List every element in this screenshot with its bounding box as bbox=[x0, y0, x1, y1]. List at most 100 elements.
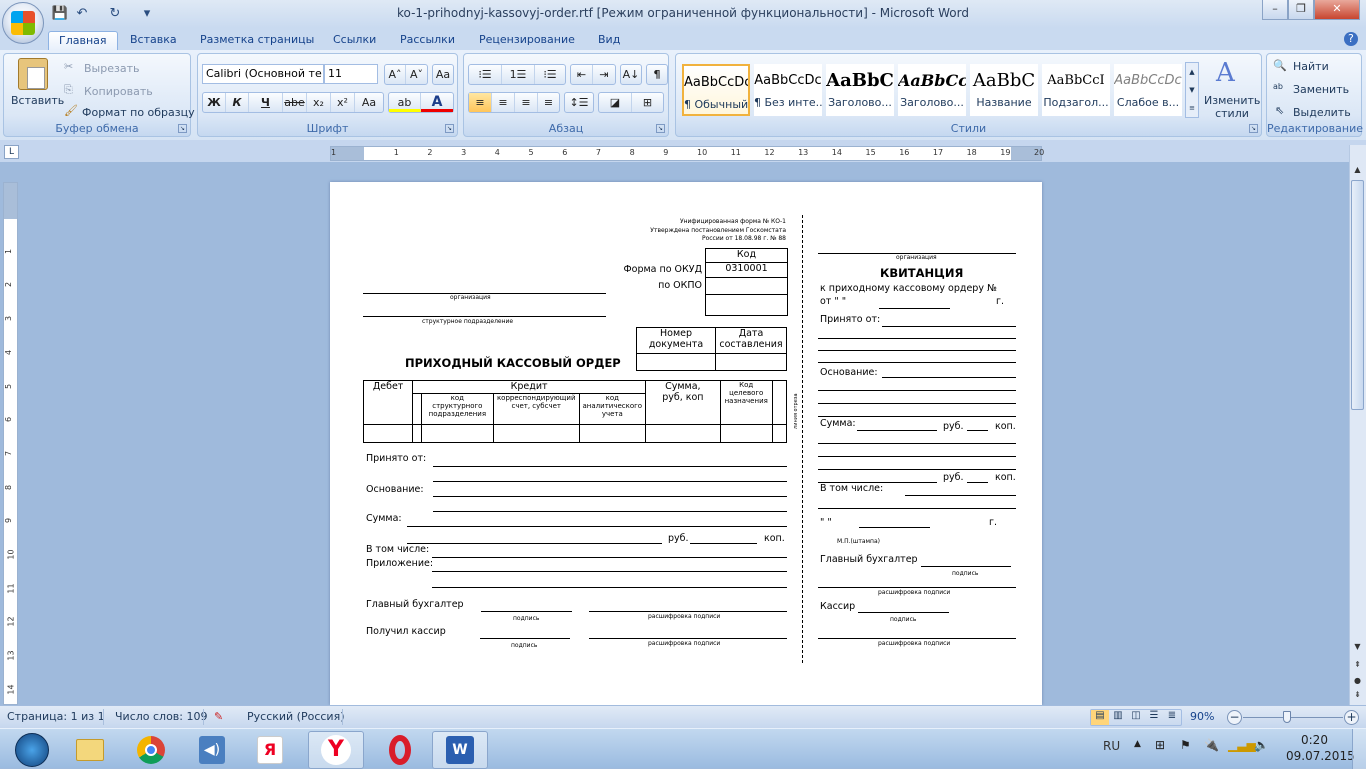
tab-selector-button[interactable]: L bbox=[4, 145, 19, 159]
receipt-received-line[interactable] bbox=[818, 350, 1016, 351]
clock-time[interactable]: 0:20 bbox=[1301, 733, 1328, 747]
undo-icon[interactable]: ↶ bbox=[73, 5, 91, 23]
word-taskbar-icon[interactable]: W bbox=[432, 731, 488, 769]
style-no-spacing[interactable]: AaBbCcDc ¶ Без инте... bbox=[754, 64, 822, 116]
including-line[interactable] bbox=[432, 557, 787, 558]
okpo-value[interactable] bbox=[705, 277, 788, 295]
full-screen-reading-icon[interactable]: ▥ bbox=[1109, 710, 1127, 725]
receipt-sum-words-line[interactable] bbox=[818, 469, 1016, 470]
minimize-button[interactable]: – bbox=[1262, 0, 1288, 20]
styles-scroll-buttons[interactable]: ▲ ▼ ≡ bbox=[1185, 62, 1199, 118]
redo-icon[interactable]: ↻ bbox=[106, 5, 124, 23]
cashier-decoding-line[interactable] bbox=[589, 638, 787, 639]
font-size-select[interactable]: 11 bbox=[324, 64, 378, 84]
receipt-cashier-decoding-line[interactable] bbox=[818, 638, 1016, 639]
receipt-including-line[interactable] bbox=[905, 495, 1016, 496]
code-cell[interactable] bbox=[705, 294, 788, 316]
align-right-button[interactable]: ≡ bbox=[515, 93, 538, 112]
horizontal-ruler[interactable]: 1 1 2 3 4 5 6 7 8 9 10 11 12 13 14 15 16 17 18 19 20 bbox=[330, 146, 1044, 161]
scroll-down-button[interactable]: ▼ bbox=[1351, 640, 1364, 654]
doc-date-value[interactable] bbox=[715, 353, 787, 371]
align-center-button[interactable]: ≡ bbox=[492, 93, 515, 112]
tab-review[interactable]: Рецензирование bbox=[469, 31, 585, 50]
cashier-signature-line[interactable] bbox=[480, 638, 570, 639]
strikethrough-button[interactable]: abe bbox=[283, 93, 307, 112]
outline-view-icon[interactable]: ☰ bbox=[1145, 710, 1163, 725]
language-indicator[interactable]: Русский (Россия) bbox=[247, 710, 345, 723]
table-cell[interactable] bbox=[645, 424, 721, 443]
underline-button[interactable]: Ч bbox=[249, 93, 283, 112]
italic-button[interactable]: К bbox=[226, 93, 249, 112]
start-button[interactable] bbox=[4, 731, 60, 769]
receipt-received-line[interactable] bbox=[818, 362, 1016, 363]
attachment-line[interactable] bbox=[432, 571, 787, 572]
multilevel-list-button[interactable]: ⁝☰ bbox=[535, 65, 565, 84]
power-icon[interactable]: 🔌 bbox=[1204, 738, 1219, 752]
basis-line[interactable] bbox=[433, 496, 787, 497]
print-layout-view-icon[interactable]: ▤ bbox=[1091, 710, 1109, 725]
explorer-taskbar-icon[interactable] bbox=[62, 731, 118, 769]
superscript-button[interactable]: x² bbox=[331, 93, 355, 112]
previous-page-button[interactable]: ⇞ bbox=[1351, 658, 1364, 672]
table-cell[interactable] bbox=[771, 424, 788, 443]
increase-indent-button[interactable]: ⇥ bbox=[593, 65, 615, 84]
receipt-received-line[interactable] bbox=[882, 326, 1016, 327]
document-page[interactable]: Унифицированная форма № КО-1 Утверждена … bbox=[330, 182, 1042, 705]
show-hidden-icons[interactable]: ▲ bbox=[1134, 739, 1141, 749]
bold-button[interactable]: Ж bbox=[203, 93, 226, 112]
table-cell[interactable] bbox=[362, 424, 414, 443]
format-painter-button[interactable]: Формат по образцу bbox=[82, 106, 195, 119]
zoom-level[interactable]: 90% bbox=[1190, 710, 1214, 723]
table-cell[interactable] bbox=[492, 424, 580, 443]
decrease-indent-button[interactable]: ⇤ bbox=[571, 65, 593, 84]
maximize-button[interactable]: ❐ bbox=[1288, 0, 1314, 20]
proofing-icon[interactable]: ✎ bbox=[214, 710, 223, 723]
dialog-launcher-icon[interactable]: ↘ bbox=[178, 124, 187, 133]
receipt-kop-line[interactable] bbox=[967, 482, 988, 483]
receipt-received-line[interactable] bbox=[818, 338, 1016, 339]
receipt-date-line[interactable] bbox=[859, 527, 930, 528]
receipt-sum-line[interactable] bbox=[857, 430, 937, 431]
receipt-kop-line[interactable] bbox=[967, 430, 988, 431]
action-center-icon[interactable]: ⊞ bbox=[1155, 738, 1165, 752]
style-heading-2[interactable]: AaBbCc Заголово... bbox=[898, 64, 966, 116]
office-button[interactable] bbox=[2, 2, 44, 44]
dialog-launcher-icon[interactable]: ↘ bbox=[656, 124, 665, 133]
dialog-launcher-icon[interactable]: ↘ bbox=[445, 124, 454, 133]
find-button[interactable]: Найти bbox=[1293, 60, 1329, 73]
copy-button[interactable]: Копировать bbox=[84, 85, 153, 98]
sum-words-line[interactable] bbox=[407, 543, 662, 544]
draft-view-icon[interactable]: ≣ bbox=[1163, 710, 1181, 725]
attachment-line[interactable] bbox=[432, 587, 787, 588]
vertical-ruler[interactable]: 1 2 3 4 5 6 7 8 9 10 11 12 13 14 bbox=[3, 182, 18, 705]
table-cell[interactable] bbox=[578, 424, 647, 443]
zoom-slider-thumb[interactable] bbox=[1283, 711, 1292, 723]
kop-line[interactable] bbox=[690, 543, 757, 544]
receipt-sum-words-line[interactable] bbox=[818, 443, 1016, 444]
style-title[interactable]: AaBbC Название bbox=[970, 64, 1038, 116]
zoom-slider-track[interactable] bbox=[1243, 717, 1343, 718]
next-page-button[interactable]: ⇟ bbox=[1351, 688, 1364, 702]
numbering-button[interactable]: 1☰ bbox=[502, 65, 535, 84]
font-name-select[interactable]: Calibri (Основной те bbox=[202, 64, 324, 84]
browse-object-button[interactable]: ● bbox=[1351, 674, 1364, 688]
change-case-button[interactable]: Aa bbox=[355, 93, 383, 112]
doc-number-value[interactable] bbox=[636, 353, 716, 371]
tab-references[interactable]: Ссылки bbox=[323, 31, 386, 50]
yandex-browser-taskbar-icon[interactable]: Y bbox=[308, 731, 364, 769]
subdivision-line[interactable] bbox=[363, 316, 606, 317]
receipt-basis-line[interactable] bbox=[818, 416, 1016, 417]
chief-signature-line[interactable] bbox=[481, 611, 572, 612]
tab-insert[interactable]: Вставка bbox=[120, 31, 187, 50]
flag-icon[interactable]: ⚑ bbox=[1180, 738, 1191, 752]
receipt-basis-line[interactable] bbox=[818, 390, 1016, 391]
scrollbar-thumb[interactable] bbox=[1351, 180, 1364, 410]
network-warning-icon[interactable]: ▁▃▅ bbox=[1228, 738, 1256, 752]
receipt-cashier-signature-line[interactable] bbox=[858, 612, 949, 613]
tab-home[interactable]: Главная bbox=[48, 31, 118, 50]
save-icon[interactable]: 💾 bbox=[51, 5, 69, 23]
replace-button[interactable]: Заменить bbox=[1293, 83, 1349, 96]
show-desktop-button[interactable] bbox=[1352, 729, 1366, 769]
receipt-sum-words-line[interactable] bbox=[818, 456, 1016, 457]
web-layout-icon[interactable]: ◫ bbox=[1127, 710, 1145, 725]
